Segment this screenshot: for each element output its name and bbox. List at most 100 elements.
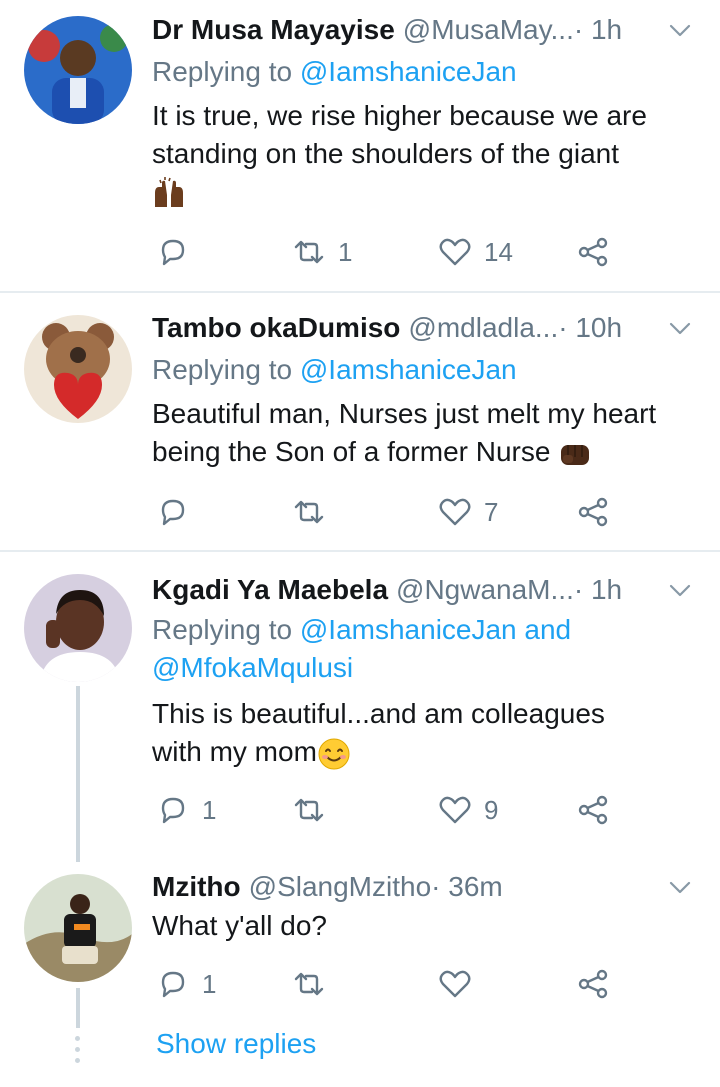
tweet-4[interactable]: Mzitho @SlangMzitho · 36m What y'all do?… <box>0 862 720 1087</box>
avatar-image <box>24 574 132 682</box>
user-handle[interactable]: @MusaMay... <box>403 14 574 46</box>
heart-icon <box>439 796 471 824</box>
tweet-text-line: This is beautiful...and am colleagues <box>152 698 605 729</box>
tweet-2[interactable]: Tambo okaDumiso @mdladla... · 10h Replyi… <box>0 293 720 550</box>
retweet-count: 1 <box>338 236 353 267</box>
retweet-button[interactable]: 1 <box>292 232 352 272</box>
retweet-button[interactable] <box>292 790 338 830</box>
like-count: 7 <box>484 496 499 527</box>
display-name[interactable]: Tambo okaDumiso <box>152 312 400 344</box>
share-icon <box>578 969 608 999</box>
avatar[interactable] <box>24 16 132 124</box>
smiling-face-emoji <box>318 738 350 770</box>
like-button[interactable]: 9 <box>438 790 498 830</box>
share-button[interactable] <box>576 232 610 272</box>
reply-count: 1 <box>202 794 217 825</box>
action-bar: 1 14 <box>152 232 632 272</box>
reply-button[interactable]: 1 <box>156 790 216 830</box>
tweet-text: Beautiful man, Nurses just melt my heart… <box>152 395 694 471</box>
show-replies-link[interactable]: Show replies <box>156 1028 316 1060</box>
chevron-down-icon[interactable] <box>666 576 694 604</box>
heart-icon <box>439 970 471 998</box>
thread-line <box>76 988 80 1028</box>
timestamp[interactable]: · 10h <box>558 312 622 344</box>
tweet-header: Mzitho @SlangMzitho · 36m <box>152 869 694 905</box>
heart-icon <box>439 238 471 266</box>
retweet-button[interactable] <box>292 964 338 1004</box>
reply-icon <box>161 499 185 526</box>
like-button[interactable]: 14 <box>438 232 513 272</box>
reply-button[interactable]: 1 <box>156 964 216 1004</box>
share-icon <box>578 497 608 527</box>
replying-to-label: Replying to <box>152 56 300 87</box>
tweet-1[interactable]: Dr Musa Mayayise @MusaMay... · 1h Replyi… <box>0 0 720 292</box>
tweet-text: This is beautiful...and am colleagues wi… <box>152 695 694 771</box>
mention-link[interactable]: @IamshaniceJan <box>300 354 517 385</box>
reply-button[interactable] <box>156 492 202 532</box>
mention-link[interactable]: @MfokaMqulusi <box>152 649 571 687</box>
tweet-header: Tambo okaDumiso @mdladla... · 10h <box>152 310 694 346</box>
like-count: 9 <box>484 794 499 825</box>
timestamp[interactable]: · 1h <box>574 574 622 606</box>
reply-icon <box>161 797 185 824</box>
user-handle[interactable]: @mdladla... <box>408 312 558 344</box>
avatar-image <box>24 315 132 423</box>
action-bar: 1 9 <box>152 790 632 830</box>
tweet-text-line: It is true, we rise higher because we ar… <box>152 100 647 131</box>
tweet-text-line: What y'all do? <box>152 910 327 941</box>
thread-dots <box>75 1036 81 1069</box>
replying-to: Replying to @IamshaniceJan <box>152 351 517 389</box>
retweet-icon <box>294 240 324 264</box>
like-button[interactable] <box>438 964 484 1004</box>
replying-to: Replying to @IamshaniceJan <box>152 53 517 91</box>
tweet-header: Dr Musa Mayayise @MusaMay... · 1h <box>152 12 694 48</box>
chevron-down-icon[interactable] <box>666 873 694 901</box>
avatar[interactable] <box>24 874 132 982</box>
share-icon <box>578 237 608 267</box>
display-name[interactable]: Dr Musa Mayayise <box>152 14 395 46</box>
mention-link[interactable]: @IamshaniceJan and <box>300 614 571 645</box>
avatar[interactable] <box>24 574 132 682</box>
reply-icon <box>161 971 185 998</box>
avatar-image <box>24 874 132 982</box>
like-button[interactable]: 7 <box>438 492 498 532</box>
timestamp[interactable]: · 36m <box>431 871 503 903</box>
replying-to-label: Replying to <box>152 354 300 385</box>
raising-hands-emoji <box>155 176 183 207</box>
mention-link[interactable]: @IamshaniceJan <box>300 56 517 87</box>
avatar-image <box>24 16 132 124</box>
action-bar: 7 <box>152 492 632 532</box>
tweet-text: It is true, we rise higher because we ar… <box>152 97 694 211</box>
user-handle[interactable]: @SlangMzitho <box>249 871 432 903</box>
replying-to: Replying to @IamshaniceJan and @MfokaMqu… <box>152 611 571 687</box>
reply-icon <box>161 239 185 266</box>
reply-button[interactable] <box>156 232 202 272</box>
retweet-icon <box>294 500 324 524</box>
retweet-icon <box>294 972 324 996</box>
display-name[interactable]: Mzitho <box>152 871 241 903</box>
like-count: 14 <box>484 236 513 267</box>
retweet-button[interactable] <box>292 492 338 532</box>
replying-to-label: Replying to <box>152 614 300 645</box>
tweet-3[interactable]: Kgadi Ya Maebela @NgwanaM... · 1h Replyi… <box>0 552 720 862</box>
share-button[interactable] <box>576 964 610 1004</box>
tweet-text-line: being the Son of a former Nurse <box>152 436 559 467</box>
action-bar: 1 <box>152 964 632 1004</box>
timestamp[interactable]: · 1h <box>574 14 622 46</box>
user-handle[interactable]: @NgwanaM... <box>396 574 574 606</box>
share-button[interactable] <box>576 790 610 830</box>
heart-icon <box>439 498 471 526</box>
display-name[interactable]: Kgadi Ya Maebela <box>152 574 388 606</box>
avatar[interactable] <box>24 315 132 423</box>
tweet-header: Kgadi Ya Maebela @NgwanaM... · 1h <box>152 572 694 608</box>
tweet-text-line: Beautiful man, Nurses just melt my heart <box>152 398 657 429</box>
tweet-text-line: standing on the shoulders of the giant <box>152 138 620 169</box>
chevron-down-icon[interactable] <box>666 314 694 342</box>
share-icon <box>578 795 608 825</box>
share-button[interactable] <box>576 492 610 532</box>
fist-emoji <box>561 444 590 465</box>
chevron-down-icon[interactable] <box>666 16 694 44</box>
tweet-text-line: with my mom <box>152 736 317 767</box>
thread-line <box>76 686 80 862</box>
tweet-text: What y'all do? <box>152 907 694 945</box>
